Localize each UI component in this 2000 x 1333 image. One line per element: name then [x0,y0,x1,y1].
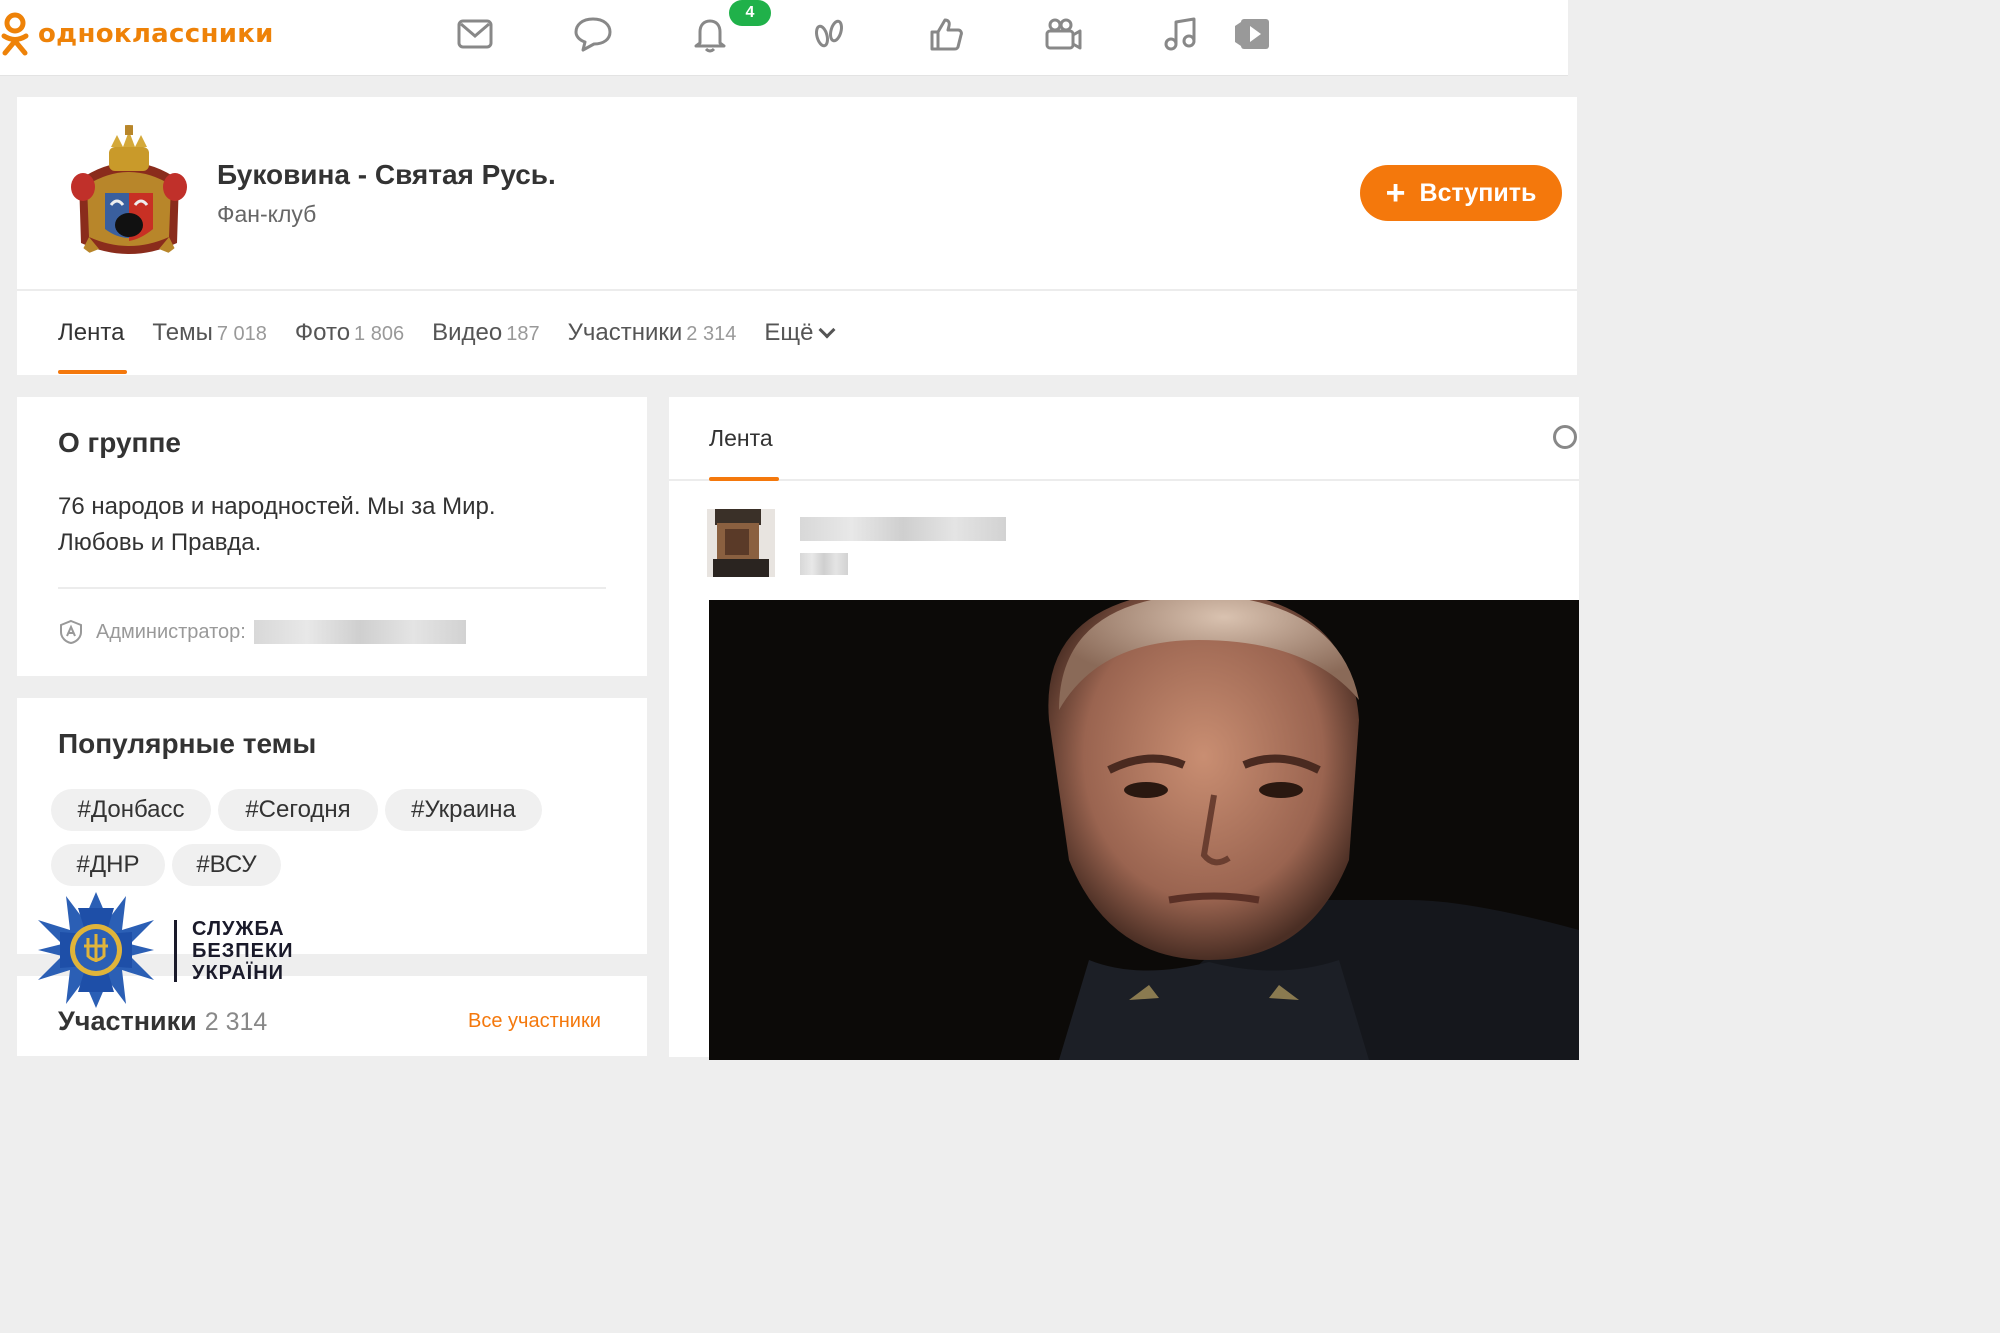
feed-tab-indicator [709,477,779,481]
music-icon[interactable] [1158,12,1204,56]
topic-tag[interactable]: #Украина [385,789,542,831]
topic-tag[interactable]: #ДНР [51,844,165,886]
tab-count: 1 806 [354,323,405,345]
sbu-emblem-icon [38,892,154,1008]
tab-videos[interactable]: Видео 187 [432,319,540,347]
topic-tag[interactable]: #Сегодня [218,789,378,831]
group-avatar[interactable] [59,125,199,265]
tab-label: Фото [294,319,351,346]
bell-icon[interactable] [687,12,733,56]
sbu-text: СЛУЖБА БЕЗПЕКИ УКРАЇНИ [192,918,294,984]
group-name: Буковина - Святая Русь. [217,159,556,190]
like-icon[interactable] [923,12,969,56]
admin-row: Администратор: [58,619,466,645]
ok-logo-icon [1,12,29,56]
video-camera-icon[interactable] [1040,12,1086,56]
divider [669,479,1579,481]
sbu-divider [174,920,177,982]
post-time-redacted [800,553,848,575]
group-type: Фан-клуб [217,201,317,227]
tab-feed[interactable]: Лента [58,319,124,347]
top-navigation-bar: одноклассники 4 [0,0,1568,76]
join-button[interactable]: + Вступить [1360,165,1562,221]
active-tab-indicator [58,370,127,374]
tab-count: 187 [506,323,540,345]
topic-tag[interactable]: #ВСУ [172,844,281,886]
plus-icon: + [1385,174,1406,212]
group-header-card: Буковина - Святая Русь. Фан-клуб + Вступ… [17,97,1577,375]
about-card: О группе 76 народов и народностей. Мы за… [17,397,647,676]
admin-shield-icon [60,619,82,645]
admin-name-redacted[interactable] [253,620,466,644]
tab-label: Ещё [764,319,814,346]
post-author-avatar[interactable] [707,509,775,577]
feed-tab[interactable]: Лента [709,425,773,452]
topic-tag[interactable]: #Донбасс [51,789,211,831]
chevron-down-icon [818,321,836,339]
admin-label: Администратор: [96,620,246,643]
tab-label: Темы [152,319,213,346]
sbu-watermark: СЛУЖБА БЕЗПЕКИ УКРАЇНИ [36,890,316,1010]
guests-icon[interactable] [806,12,852,56]
tab-label: Видео [432,319,503,346]
tab-count: 7 018 [216,323,267,345]
post-author-name-redacted[interactable] [800,517,1006,541]
all-members-link[interactable]: Все участники [468,1010,601,1033]
sbu-line2: БЕЗПЕКИ [192,940,294,962]
divider [58,587,606,589]
members-title: Участники 2 314 [58,1006,267,1037]
tab-more[interactable]: Ещё [764,319,836,347]
search-icon[interactable] [1553,425,1577,449]
about-title: О группе [58,427,181,458]
tab-count: 2 314 [686,323,737,345]
coat-of-arms-icon [59,125,199,265]
mail-icon[interactable] [452,12,498,56]
tab-photos[interactable]: Фото 1 806 [295,319,404,347]
tab-topics[interactable]: Темы 7 018 [152,319,266,347]
notifications-badge: 4 [729,0,771,26]
divider [17,289,1577,291]
site-logo[interactable]: одноклассники [0,12,274,56]
feed-card: Лента [669,397,1579,1060]
about-description: 76 народов и народностей. Мы за Мир. Люб… [58,493,496,556]
join-button-label: Вступить [1419,178,1537,207]
tab-label: Участники [567,319,683,346]
members-count: 2 314 [204,1008,268,1036]
post-photo [709,600,1579,1060]
chat-icon[interactable] [570,12,616,56]
group-tabs: Лента Темы 7 018 Фото 1 806 Видео 187 Участ… [58,319,861,347]
post-video-frame[interactable] [709,600,1579,1060]
tab-members[interactable]: Участники 2 314 [568,319,737,347]
sbu-line1: СЛУЖБА [192,918,285,940]
play-icon[interactable] [1228,12,1274,56]
tab-label: Лента [58,319,125,346]
logo-text: одноклассники [38,19,274,49]
sbu-line3: УКРАЇНИ [192,962,285,984]
popular-topics-title: Популярные темы [58,728,317,759]
members-title-label: Участники [58,1006,197,1036]
